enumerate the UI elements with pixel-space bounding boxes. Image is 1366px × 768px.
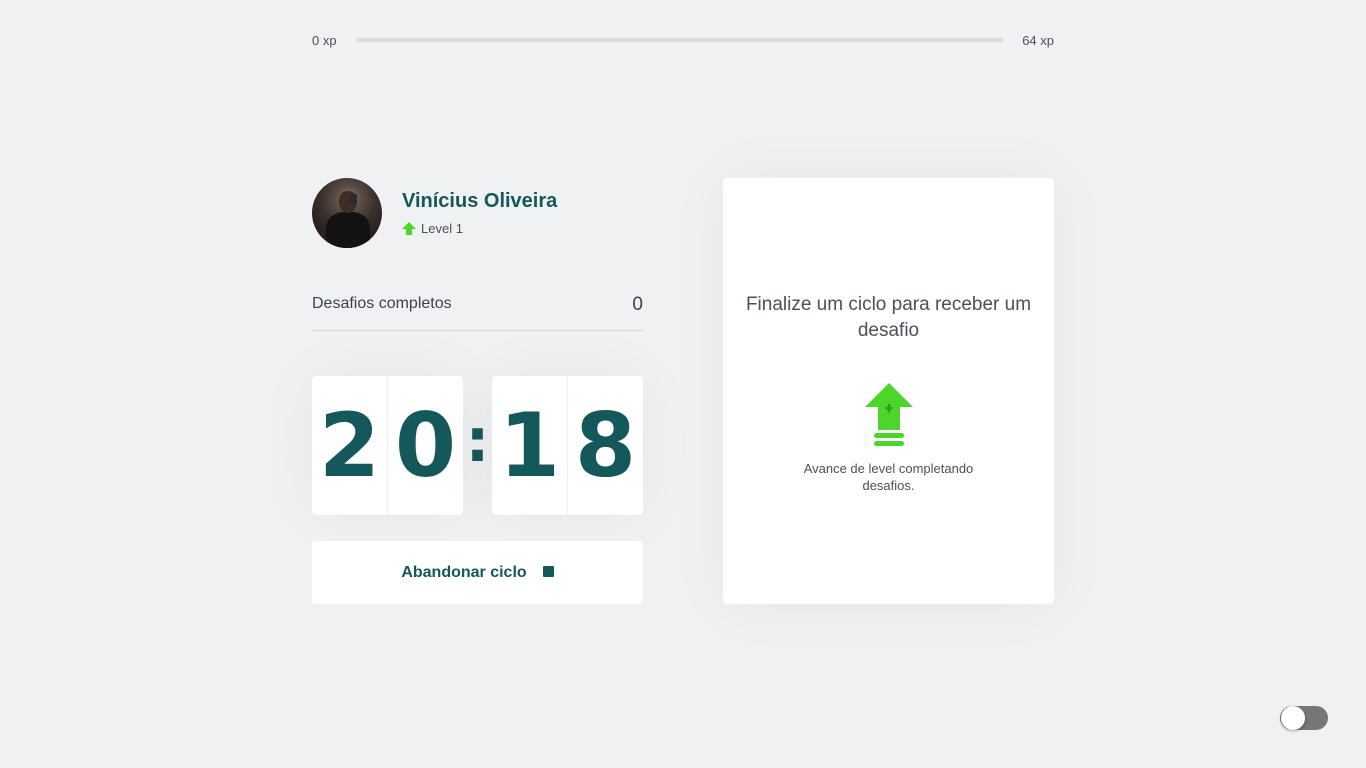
profile-info: Vinícius Oliveira Level 1: [402, 190, 557, 236]
minute-tens-digit: 2: [318, 394, 381, 497]
completed-challenges: Desafios completos 0: [312, 294, 643, 331]
second-tens-digit: 1: [498, 394, 561, 497]
countdown-minutes: 2 0: [312, 376, 463, 515]
level-up-arrow-icon: [402, 221, 416, 235]
xp-start-label: 0 xp: [312, 32, 337, 48]
challenge-box-title: Finalize um ciclo para receber um desafi…: [745, 294, 1032, 341]
profile-name: Vinícius Oliveira: [402, 190, 558, 212]
countdown-seconds: 1 8: [492, 376, 643, 515]
completed-challenges-count: 0: [632, 294, 643, 315]
challenge-box: Finalize um ciclo para receber um desafi…: [723, 178, 1054, 604]
xp-track: [355, 38, 1004, 42]
level-up-arrow-icon: [864, 383, 913, 446]
stop-square-icon: [542, 566, 554, 577]
abandon-cycle-label: Abandonar ciclo: [401, 563, 527, 581]
level-label: Level 1: [421, 221, 463, 236]
countdown: 2 0 : 1 8: [312, 376, 643, 515]
avatar: [312, 178, 382, 248]
abandon-cycle-button[interactable]: Abandonar ciclo: [312, 541, 643, 604]
minute-ones-digit: 0: [387, 376, 463, 515]
page: 0 xp 64 xp Vinícius Oliveira Level 1 Des…: [0, 0, 1366, 768]
theme-toggle[interactable]: [1280, 706, 1328, 730]
xp-end-label: 64 xp: [1022, 32, 1054, 48]
completed-challenges-label: Desafios completos: [312, 295, 452, 312]
profile: Vinícius Oliveira Level 1: [312, 178, 557, 248]
challenge-box-hint: Avance de level completando desafios.: [803, 461, 974, 493]
level: Level 1: [402, 221, 557, 236]
theme-toggle-knob: [1281, 706, 1305, 730]
second-ones-digit: 8: [567, 376, 643, 515]
countdown-separator: :: [465, 405, 490, 476]
experience-bar: 0 xp 64 xp: [312, 31, 1054, 49]
